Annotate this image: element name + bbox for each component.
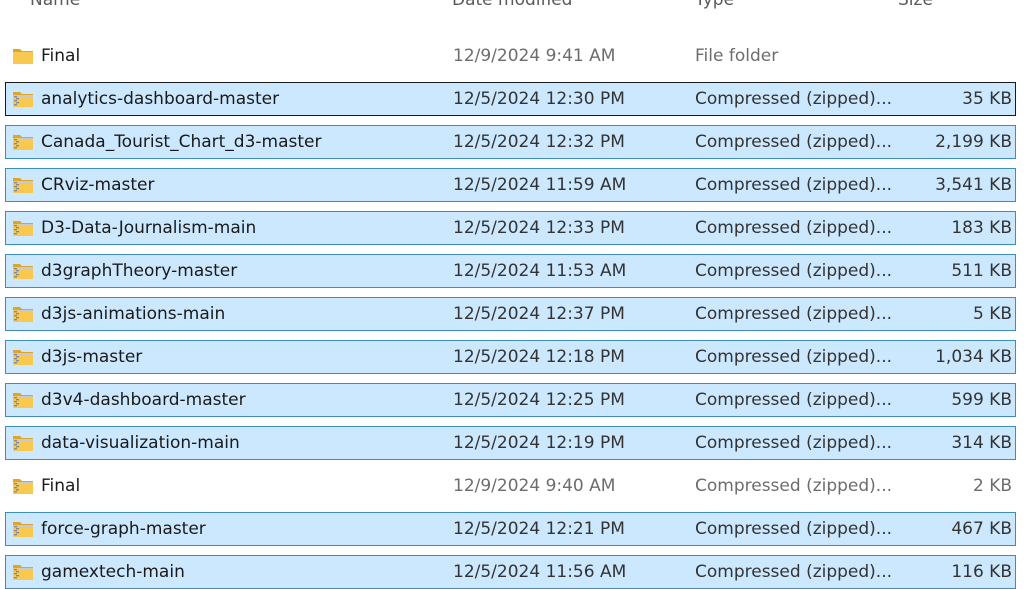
file-date-modified: 12/5/2024 12:30 PM [453, 89, 625, 109]
file-type: Compressed (zipped)... [695, 89, 893, 109]
file-type: Compressed (zipped)... [695, 132, 893, 152]
file-date-modified: 12/5/2024 11:56 AM [453, 562, 627, 582]
column-header-type[interactable]: Type [695, 0, 875, 14]
column-header-name[interactable]: Name [30, 0, 430, 14]
file-name: force-graph-master [41, 519, 206, 539]
zip-folder-icon [12, 262, 34, 280]
file-name: Final [41, 46, 81, 66]
file-date-modified: 12/5/2024 12:33 PM [453, 218, 625, 238]
file-type: Compressed (zipped)... [695, 476, 893, 496]
file-size: 511 KB [951, 261, 1012, 281]
file-name: d3v4-dashboard-master [41, 390, 246, 410]
file-row[interactable]: Canada_Tourist_Chart_d3-master 12/5/2024 … [5, 125, 1016, 159]
zip-folder-icon [12, 434, 34, 452]
column-header-date[interactable]: Date modified [452, 0, 672, 14]
file-type: File folder [695, 46, 779, 66]
file-date-modified: 12/5/2024 12:25 PM [453, 390, 625, 410]
zip-folder-icon [12, 563, 34, 581]
file-size: 467 KB [951, 519, 1012, 539]
file-name: d3js-animations-main [41, 304, 226, 324]
column-header: Name Date modified Type Size [0, 0, 1032, 14]
file-size: 5 KB [972, 304, 1012, 324]
zip-folder-icon [12, 176, 34, 194]
file-name: Canada_Tourist_Chart_d3-master [41, 132, 322, 152]
file-name: data-visualization-main [41, 433, 240, 453]
file-row[interactable]: gamextech-main 12/5/2024 11:56 AM Compress… [5, 555, 1016, 589]
file-date-modified: 12/9/2024 9:40 AM [453, 476, 616, 496]
file-name: D3-Data-Journalism-main [41, 218, 257, 238]
file-date-modified: 12/5/2024 12:18 PM [453, 347, 625, 367]
file-row[interactable]: force-graph-master 12/5/2024 12:21 PM Comp… [5, 512, 1016, 546]
file-row[interactable]: D3-Data-Journalism-main 12/5/2024 12:33 P… [5, 211, 1016, 245]
file-type: Compressed (zipped)... [695, 218, 893, 238]
file-type: Compressed (zipped)... [695, 261, 893, 281]
file-type: Compressed (zipped)... [695, 519, 893, 539]
zip-folder-icon [12, 305, 34, 323]
file-date-modified: 12/5/2024 11:59 AM [453, 175, 627, 195]
zip-folder-icon [12, 391, 34, 409]
file-date-modified: 12/5/2024 11:53 AM [453, 261, 627, 281]
file-row[interactable]: d3v4-dashboard-master 12/5/2024 12:25 PM C… [5, 383, 1016, 417]
file-name: gamextech-main [41, 562, 185, 582]
folder-icon [12, 47, 34, 65]
file-date-modified: 12/5/2024 12:37 PM [453, 304, 625, 324]
column-header-size[interactable]: Size [898, 0, 1018, 14]
file-type: Compressed (zipped)... [695, 433, 893, 453]
zip-folder-icon [12, 477, 34, 495]
file-row[interactable]: data-visualization-main 12/5/2024 12:19 P… [5, 426, 1016, 460]
zip-folder-icon [12, 133, 34, 151]
file-type: Compressed (zipped)... [695, 304, 893, 324]
file-row[interactable]: d3graphTheory-master 12/5/2024 11:53 AM Co… [5, 254, 1016, 288]
file-size: 314 KB [951, 433, 1012, 453]
file-date-modified: 12/5/2024 12:19 PM [453, 433, 625, 453]
file-type: Compressed (zipped)... [695, 175, 893, 195]
file-size: 116 KB [951, 562, 1012, 582]
file-row[interactable]: analytics-dashboard-master 12/5/2024 12:3… [5, 82, 1016, 116]
file-type: Compressed (zipped)... [695, 562, 893, 582]
file-size: 3,541 KB [935, 175, 1012, 195]
file-name: CRviz-master [41, 175, 155, 195]
file-row[interactable]: Final 12/9/2024 9:40 AM Compressed (zipped… [5, 469, 1016, 503]
file-size: 1,034 KB [935, 347, 1012, 367]
file-name: Final [41, 476, 81, 496]
file-size: 2,199 KB [935, 132, 1012, 152]
file-type: Compressed (zipped)... [695, 390, 893, 410]
file-size: 183 KB [951, 218, 1012, 238]
file-name: d3graphTheory-master [41, 261, 238, 281]
file-row[interactable]: CRviz-master 12/5/2024 11:59 AM Compressed… [5, 168, 1016, 202]
file-size: 599 KB [951, 390, 1012, 410]
file-name: d3js-master [41, 347, 143, 367]
file-row[interactable]: d3js-animations-main 12/5/2024 12:37 PM Co… [5, 297, 1016, 331]
zip-folder-icon [12, 219, 34, 237]
file-size [896, 40, 1012, 72]
zip-folder-icon [12, 90, 34, 108]
zip-folder-icon [12, 348, 34, 366]
file-name: analytics-dashboard-master [41, 89, 280, 109]
file-row[interactable]: Final 12/9/2024 9:41 AM File folder [5, 39, 1016, 73]
file-size: 35 KB [962, 89, 1012, 109]
zip-folder-icon [12, 520, 34, 538]
file-type: Compressed (zipped)... [695, 347, 893, 367]
file-row[interactable]: d3js-master 12/5/2024 12:18 PM Compressed … [5, 340, 1016, 374]
file-size: 2 KB [972, 476, 1012, 496]
file-date-modified: 12/5/2024 12:21 PM [453, 519, 625, 539]
file-date-modified: 12/5/2024 12:32 PM [453, 132, 625, 152]
file-date-modified: 12/9/2024 9:41 AM [453, 46, 616, 66]
